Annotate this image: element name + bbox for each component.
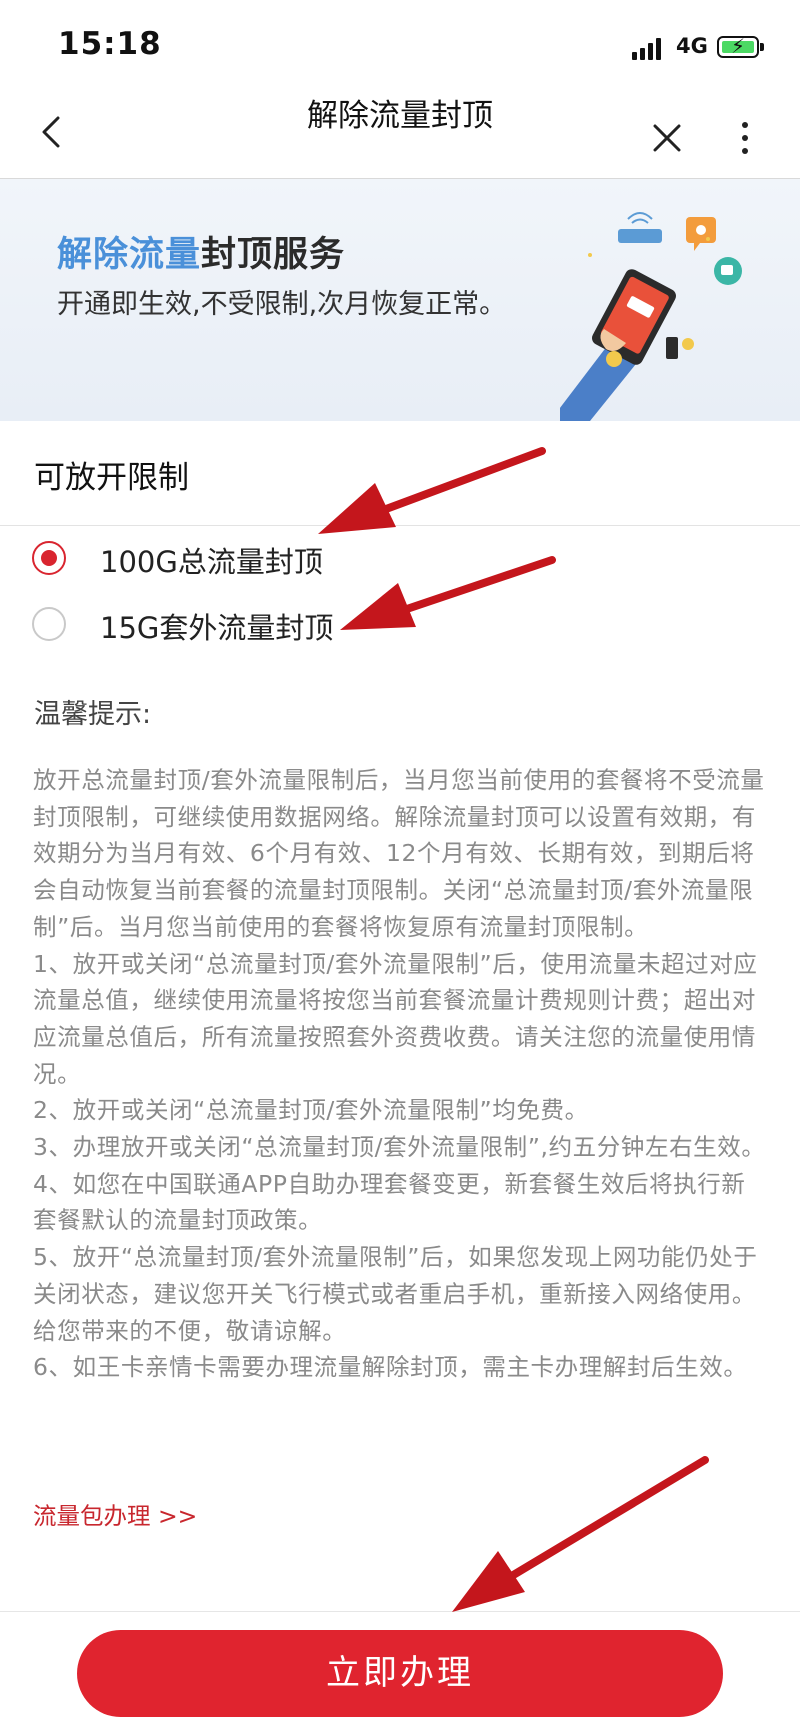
divider bbox=[0, 525, 800, 526]
option-label: 15G套外流量封顶 bbox=[100, 611, 334, 645]
annotation-arrow-icon bbox=[318, 447, 546, 534]
more-options-icon[interactable] bbox=[730, 116, 760, 160]
radio-selected-icon[interactable] bbox=[32, 541, 66, 575]
tip-paragraph: 1、放开或关闭“总流量封顶/套外流量限制”后，使用流量未超过对应流量总值，继续使… bbox=[33, 949, 758, 1088]
close-icon[interactable] bbox=[645, 116, 689, 160]
banner-headline: 解除流量封顶服务 bbox=[57, 226, 345, 277]
tips-heading: 温馨提示: bbox=[34, 699, 152, 730]
tips-body: 放开总流量封顶/套外流量限制后，当月您当前使用的套餐将不受流量封顶限制，可继续使… bbox=[33, 762, 768, 1386]
radio-unselected-icon[interactable] bbox=[32, 607, 66, 641]
promo-banner: 解除流量封顶服务 开通即生效,不受限制,次月恢复正常。 bbox=[0, 179, 800, 421]
tip-paragraph: 2、放开或关闭“总流量封顶/套外流量限制”均免费。 bbox=[33, 1096, 589, 1125]
banner-headline-rest: 封顶服务 bbox=[201, 235, 346, 275]
nav-bar: 解除流量封顶 bbox=[0, 90, 800, 179]
tip-paragraph: 6、如王卡亲情卡需要办理流量解除封顶，需主卡办理解封后生效。 bbox=[33, 1353, 748, 1382]
status-bar: 15:18 4G ⚡ bbox=[0, 0, 800, 90]
network-type: 4G bbox=[676, 34, 708, 58]
option-label: 100G总流量封顶 bbox=[100, 545, 323, 579]
banner-subtitle: 开通即生效,不受限制,次月恢复正常。 bbox=[57, 289, 507, 320]
tip-paragraph: 4、如您在中国联通APP自助办理套餐变更，新套餐生效后将执行新套餐默认的流量封顶… bbox=[33, 1169, 746, 1235]
signal-icon bbox=[632, 38, 666, 60]
annotation-arrow-icon bbox=[452, 1456, 709, 1612]
banner-headline-highlight: 解除流量 bbox=[57, 235, 202, 275]
bottom-divider bbox=[0, 1611, 800, 1612]
data-package-link[interactable]: 流量包办理 >> bbox=[33, 1497, 197, 1531]
section-title: 可放开限制 bbox=[34, 460, 189, 496]
annotation-arrow-icon bbox=[340, 556, 556, 630]
tip-paragraph: 放开总流量封顶/套外流量限制后，当月您当前使用的套餐将不受流量封顶限制，可继续使… bbox=[33, 766, 765, 941]
battery-icon: ⚡ bbox=[717, 34, 764, 58]
apply-now-button[interactable]: 立即办理 bbox=[77, 1630, 723, 1717]
tip-paragraph: 3、办理放开或关闭“总流量封顶/套外流量限制”,约五分钟左右生效。 bbox=[33, 1133, 766, 1162]
tip-paragraph: 5、放开“总流量封顶/套外流量限制”后，如果您发现上网功能仍处于关闭状态，建议您… bbox=[33, 1243, 758, 1345]
phone-illustration-icon bbox=[560, 212, 742, 421]
status-time: 15:18 bbox=[58, 26, 162, 62]
